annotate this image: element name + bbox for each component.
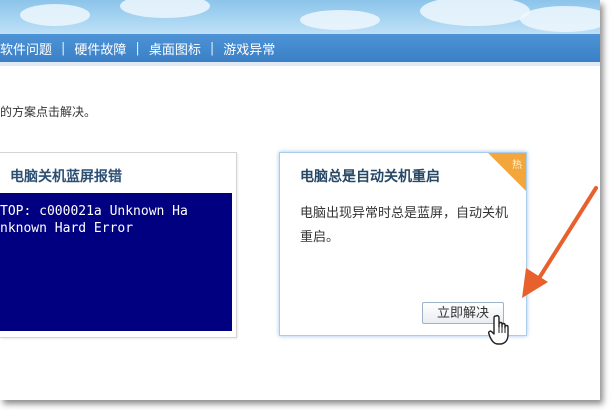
- nav-item-desktop-icons[interactable]: 桌面图标: [149, 39, 201, 58]
- solution-card-bsod[interactable]: 电脑关机蓝屏报错 TOP: c000021a Unknown Ha nknown…: [0, 152, 237, 338]
- card-description: 电脑出现异常时总是蓝屏，自动关机重启。: [300, 206, 509, 245]
- card-title: 电脑总是自动关机重启: [300, 169, 440, 185]
- card-title: 电脑关机蓝屏报错: [10, 169, 122, 185]
- annotation-arrow-icon: [522, 186, 598, 298]
- nav-separator: |: [209, 40, 215, 56]
- header-banner: [0, 0, 600, 34]
- nav-divider: [0, 62, 600, 66]
- hot-badge-label: 热: [512, 160, 522, 171]
- nav-item-games[interactable]: 游戏异常: [223, 39, 275, 58]
- instruction-text: 的方案点击解决。: [0, 105, 97, 119]
- nav-item-hardware[interactable]: 硬件故障: [74, 39, 126, 58]
- hand-pointer-icon: [488, 314, 509, 345]
- error-line: nknown Hard Error: [0, 221, 134, 236]
- nav-separator: |: [135, 40, 140, 56]
- nav-separator: |: [61, 40, 66, 56]
- nav-item-software[interactable]: 软件问题: [0, 39, 52, 58]
- bluescreen-image: TOP: c000021a Unknown Ha nknown Hard Err…: [0, 193, 232, 331]
- error-line: TOP: c000021a Unknown Ha: [0, 204, 188, 219]
- category-nav: 软件问题 | 硬件故障 | 桌面图标 | 游戏异常: [0, 34, 600, 62]
- browser-page: 软件问题 | 硬件故障 | 桌面图标 | 游戏异常 的方案点击解决。 电脑关机蓝…: [0, 0, 600, 400]
